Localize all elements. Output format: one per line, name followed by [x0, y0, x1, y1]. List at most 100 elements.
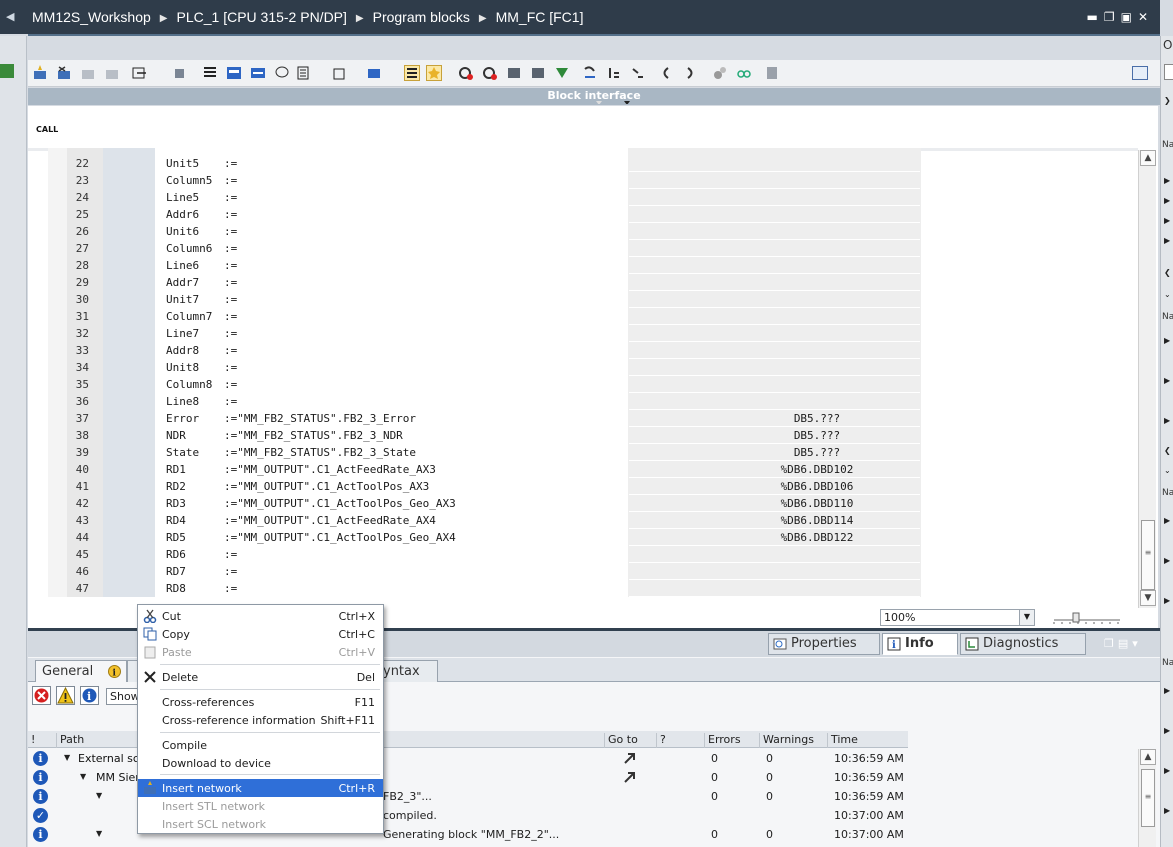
network-download-icon[interactable]	[366, 65, 382, 81]
monitor-icon[interactable]	[530, 65, 546, 81]
parameter-assignment[interactable]: :="MM_FB2_STATUS".FB2_3_State	[224, 446, 416, 459]
col-errors[interactable]: Errors	[704, 733, 759, 748]
watch-icon[interactable]	[712, 65, 728, 81]
code-line[interactable]: 29 Addr7:=	[48, 274, 921, 291]
expand-right-icon[interactable]: ▶	[1164, 806, 1170, 815]
project-tree-icon[interactable]	[0, 64, 14, 78]
subtab-syntax[interactable]: yntax	[382, 660, 438, 682]
jump-icon[interactable]	[172, 65, 188, 81]
code-line[interactable]: 31 Column7:=	[48, 308, 921, 325]
code-line[interactable]: 44 RD5:="MM_OUTPUT".C1_ActToolPos_Geo_AX4…	[48, 529, 921, 546]
code-line[interactable]: 25 Addr6:=	[48, 206, 921, 223]
favorites-icon[interactable]	[426, 65, 442, 81]
expand-right-icon[interactable]: ▶	[1164, 236, 1170, 245]
expand-right-icon[interactable]: ▶	[1164, 766, 1170, 775]
parameter-assignment[interactable]: :="MM_OUTPUT".C1_ActToolPos_AX3	[224, 480, 429, 493]
zoom-select[interactable]: 100% ▼	[880, 609, 1035, 626]
menu-item-cross-references[interactable]: Cross-references F11	[138, 693, 383, 711]
download-list-icon[interactable]	[332, 65, 348, 81]
menu-item-cross-reference-information[interactable]: Cross-reference information Shift+F11	[138, 711, 383, 729]
code-line[interactable]: 41 RD2:="MM_OUTPUT".C1_ActToolPos_AX3 %DB6…	[48, 478, 921, 495]
code-line[interactable]: 28 Line6:=	[48, 257, 921, 274]
parameter-assignment[interactable]: :=	[224, 225, 237, 238]
chevron-down-icon[interactable]: ▼	[1019, 610, 1034, 625]
block-view-icon[interactable]	[226, 65, 242, 81]
forward-icon[interactable]	[682, 65, 698, 81]
col-question[interactable]: ?	[656, 733, 704, 748]
parameter-assignment[interactable]: :=	[224, 208, 237, 221]
chevron-left-icon[interactable]: ❮	[1164, 268, 1171, 277]
parameter-assignment[interactable]: :=	[224, 361, 237, 374]
code-line[interactable]: 30 Unit7:=	[48, 291, 921, 308]
compare-icon[interactable]	[506, 65, 522, 81]
code-line[interactable]: 36 Line8:=	[48, 393, 921, 410]
parameter-assignment[interactable]: :="MM_OUTPUT".C1_ActToolPos_Geo_AX3	[224, 497, 456, 510]
toolbar-menu-icon[interactable]	[1132, 66, 1148, 80]
close-icon[interactable]: ✕	[1138, 10, 1154, 24]
expand-right-icon[interactable]: ▶	[1164, 556, 1170, 565]
parameter-assignment[interactable]: :="MM_FB2_STATUS".FB2_3_NDR	[224, 429, 403, 442]
breadcrumb-item-program-blocks[interactable]: Program blocks	[373, 9, 470, 25]
download-icon[interactable]	[554, 65, 570, 81]
append-row-icon[interactable]	[104, 65, 120, 81]
chevron-down-icon[interactable]: ▾	[1132, 637, 1142, 650]
float-icon[interactable]: ❐	[1104, 637, 1118, 650]
zoom-slider[interactable]	[1052, 611, 1122, 625]
filter-warnings-button[interactable]	[56, 686, 75, 705]
code-line[interactable]: 22 Unit5:=	[48, 155, 921, 172]
code-line[interactable]: 46 RD7:=	[48, 563, 921, 580]
code-line[interactable]: 40 RD1:="MM_OUTPUT".C1_ActFeedRate_AX3 %DB…	[48, 461, 921, 478]
col-time[interactable]: Time	[827, 733, 908, 748]
code-line[interactable]: 43 RD4:="MM_OUTPUT".C1_ActFeedRate_AX4 %DB…	[48, 512, 921, 529]
menu-item-compile[interactable]: Compile	[138, 736, 383, 754]
menu-item-insert-network[interactable]: Insert network Ctrl+R	[138, 779, 383, 797]
chevron-right-icon[interactable]: ❯	[1164, 96, 1171, 105]
expand-right-icon[interactable]: ▶	[1164, 176, 1170, 185]
code-line[interactable]: 34 Unit8:=	[48, 359, 921, 376]
step-over-icon[interactable]	[630, 65, 646, 81]
step-icon[interactable]	[606, 65, 622, 81]
splitter-grip-icon[interactable]	[588, 100, 638, 104]
col-warnings[interactable]: Warnings	[759, 733, 827, 748]
expand-right-icon[interactable]: ▶	[1164, 376, 1170, 385]
breadcrumb-item-block[interactable]: MM_FC [FC1]	[496, 9, 584, 25]
restore-icon[interactable]: ❐	[1104, 10, 1121, 24]
parameter-assignment[interactable]: :="MM_OUTPUT".C1_ActFeedRate_AX3	[224, 463, 436, 476]
open-all-networks-icon[interactable]	[132, 65, 148, 81]
expand-right-icon[interactable]: ▶	[1164, 416, 1170, 425]
collapse-triangle-icon[interactable]: ▼	[96, 791, 102, 800]
tab-diagnostics[interactable]: Diagnostics	[960, 633, 1086, 655]
go-offline-icon[interactable]	[482, 65, 498, 81]
comment-icon[interactable]	[274, 65, 290, 81]
menu-item-copy[interactable]: Copy Ctrl+C	[138, 625, 383, 643]
expand-right-icon[interactable]: ▶	[1164, 686, 1170, 695]
message-vertical-scrollbar[interactable]: ▲ ≡	[1138, 749, 1156, 847]
collapse-triangle-icon[interactable]: ▼	[80, 772, 86, 781]
go-online-icon[interactable]	[458, 65, 474, 81]
menu-item-download-to-device[interactable]: Download to device	[138, 754, 383, 772]
goto-arrow-icon[interactable]	[622, 769, 638, 785]
parameter-assignment[interactable]: :=	[224, 276, 237, 289]
expand-right-icon[interactable]: ▶	[1164, 516, 1170, 525]
breadcrumb-item-plc[interactable]: PLC_1 [CPU 315-2 PN/DP]	[177, 9, 347, 25]
code-line[interactable]: 23 Column5:=	[48, 172, 921, 189]
float-icon[interactable]: ▣	[1121, 10, 1138, 24]
filter-info-button[interactable]: i	[80, 686, 99, 705]
chevron-left-icon[interactable]: ❮	[1164, 446, 1171, 455]
col-goto[interactable]: Go to	[604, 733, 656, 748]
rewind-icon[interactable]	[658, 65, 674, 81]
code-area[interactable]: 22 Unit5:= 23 Column5:= 24 Line5:= 25 Addr6:= 26…	[48, 148, 921, 597]
parameter-assignment[interactable]: :=	[224, 310, 237, 323]
editor-vertical-scrollbar[interactable]: ▲ ≡ ▼	[1138, 150, 1156, 608]
collapse-triangle-icon[interactable]: ▼	[64, 753, 70, 762]
parameter-assignment[interactable]: :=	[224, 191, 237, 204]
delete-network-icon[interactable]	[56, 65, 72, 81]
parameter-assignment[interactable]: :=	[224, 293, 237, 306]
code-line[interactable]: 35 Column8:=	[48, 376, 921, 393]
code-line[interactable]: 27 Column6:=	[48, 240, 921, 257]
parameter-assignment[interactable]: :=	[224, 344, 237, 357]
code-line[interactable]: 45 RD6:=	[48, 546, 921, 563]
parameter-assignment[interactable]: :=	[224, 174, 237, 187]
layout-icon[interactable]: ▤	[1118, 637, 1132, 650]
parameter-assignment[interactable]: :=	[224, 565, 237, 578]
